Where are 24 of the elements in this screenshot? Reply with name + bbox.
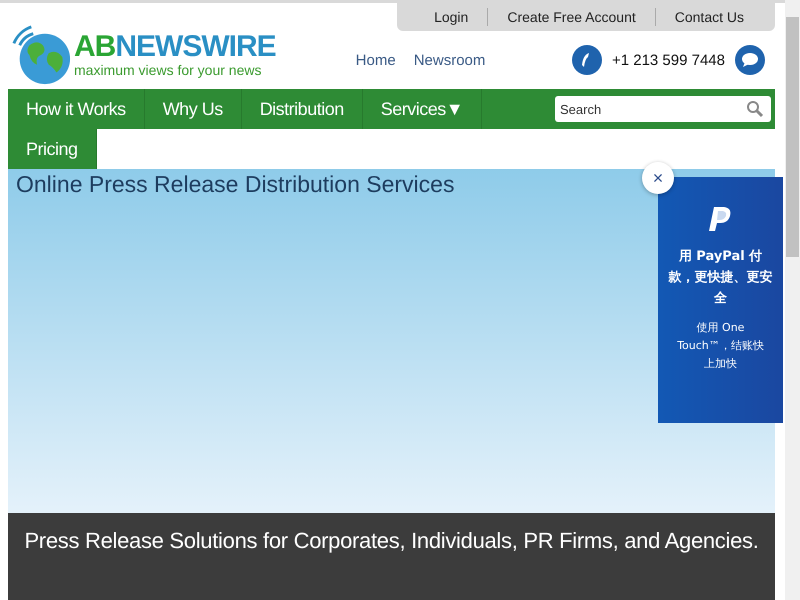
phone-icon[interactable] — [572, 45, 602, 75]
nav-link[interactable]: Distribution — [242, 89, 363, 129]
header-link[interactable]: Newsroom — [414, 52, 486, 68]
paypal-body-text: 使用 One Touch™，结账快上加快 — [676, 320, 765, 372]
chat-bubble-icon[interactable] — [735, 45, 765, 75]
search-field[interactable]: Search — [555, 96, 771, 122]
header-link[interactable]: Home — [356, 52, 396, 68]
top-link[interactable]: Create Free Account — [488, 9, 655, 25]
scrollbar[interactable] — [785, 0, 800, 600]
banner-text: Press Release Solutions for Corporates, Individuals, PR Firms, and Agencies. — [23, 527, 760, 554]
phone-number: +1 213 599 7448 — [612, 52, 725, 68]
top-link[interactable]: Login — [415, 9, 488, 25]
paypal-p-icon — [708, 205, 734, 233]
logo-tagline: maximum views for your news — [74, 62, 262, 78]
nav-link[interactable]: Pricing — [8, 129, 97, 169]
close-button[interactable]: × — [642, 162, 674, 194]
hero-title: Online Press Release Distribution Services — [16, 170, 454, 199]
search-icon[interactable] — [746, 100, 764, 118]
logo-wordmark: ABNEWSWIRE — [74, 32, 276, 62]
nav-link[interactable]: Why Us — [144, 89, 242, 129]
paypal-headline: 用 PayPal 付款，更快捷、更安全 — [667, 248, 774, 308]
top-link[interactable]: Contact Us — [656, 9, 763, 25]
nav-link[interactable]: Services▼ — [362, 89, 482, 129]
globe-logo-icon — [10, 24, 72, 86]
